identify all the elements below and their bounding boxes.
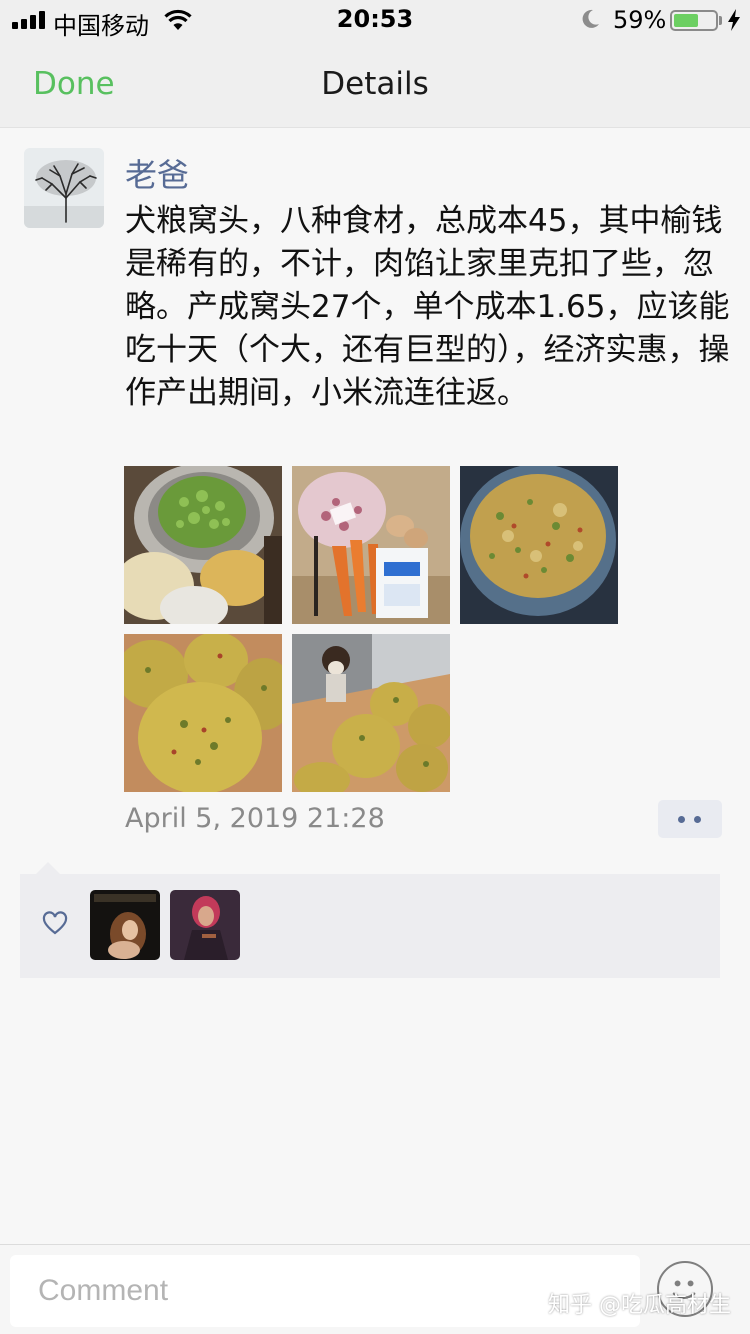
photo-5-image xyxy=(292,634,450,792)
heart-icon xyxy=(42,911,68,935)
photo-2[interactable] xyxy=(292,466,450,624)
tree-avatar-image xyxy=(24,148,104,228)
liker-1-image xyxy=(90,890,160,960)
photo-2-image xyxy=(292,466,450,624)
photo-1-image xyxy=(124,466,282,624)
more-dot-icon xyxy=(694,816,701,823)
more-dot-icon xyxy=(678,816,685,823)
photo-4-image xyxy=(124,634,282,792)
battery-percent: 59% xyxy=(613,6,667,34)
photo-3[interactable] xyxy=(460,466,618,624)
post-timestamp: April 5, 2019 21:28 xyxy=(125,803,385,834)
more-options-button[interactable] xyxy=(658,800,722,838)
comment-input[interactable] xyxy=(10,1255,640,1327)
likes-section xyxy=(20,874,720,978)
photo-1[interactable] xyxy=(124,466,282,624)
photo-5[interactable] xyxy=(292,634,450,792)
liker-2-image xyxy=(170,890,240,960)
author-avatar[interactable] xyxy=(24,148,104,228)
charging-icon xyxy=(728,9,740,31)
battery-icon xyxy=(670,10,718,31)
liker-avatar-1[interactable] xyxy=(90,890,160,960)
likes-pointer xyxy=(36,862,60,874)
author-name[interactable]: 老爸 xyxy=(125,150,189,196)
photo-3-image xyxy=(460,466,618,624)
battery-level xyxy=(674,14,698,27)
battery-cap xyxy=(719,16,722,25)
liker-avatar-2[interactable] xyxy=(170,890,240,960)
watermark: 知乎 @吃瓜高材生 xyxy=(548,1293,731,1318)
photo-4[interactable] xyxy=(124,634,282,792)
post-text: 犬粮窝头，八种食材，总成本45，其中榆钱是稀有的，不计，肉馅让家里克扣了些，忽略… xyxy=(125,203,730,411)
page-title: Details xyxy=(321,66,429,102)
moon-icon xyxy=(582,9,599,28)
status-bar: 中国移动 20:53 59% xyxy=(0,0,750,40)
navigation-bar: Done Details xyxy=(0,40,750,128)
